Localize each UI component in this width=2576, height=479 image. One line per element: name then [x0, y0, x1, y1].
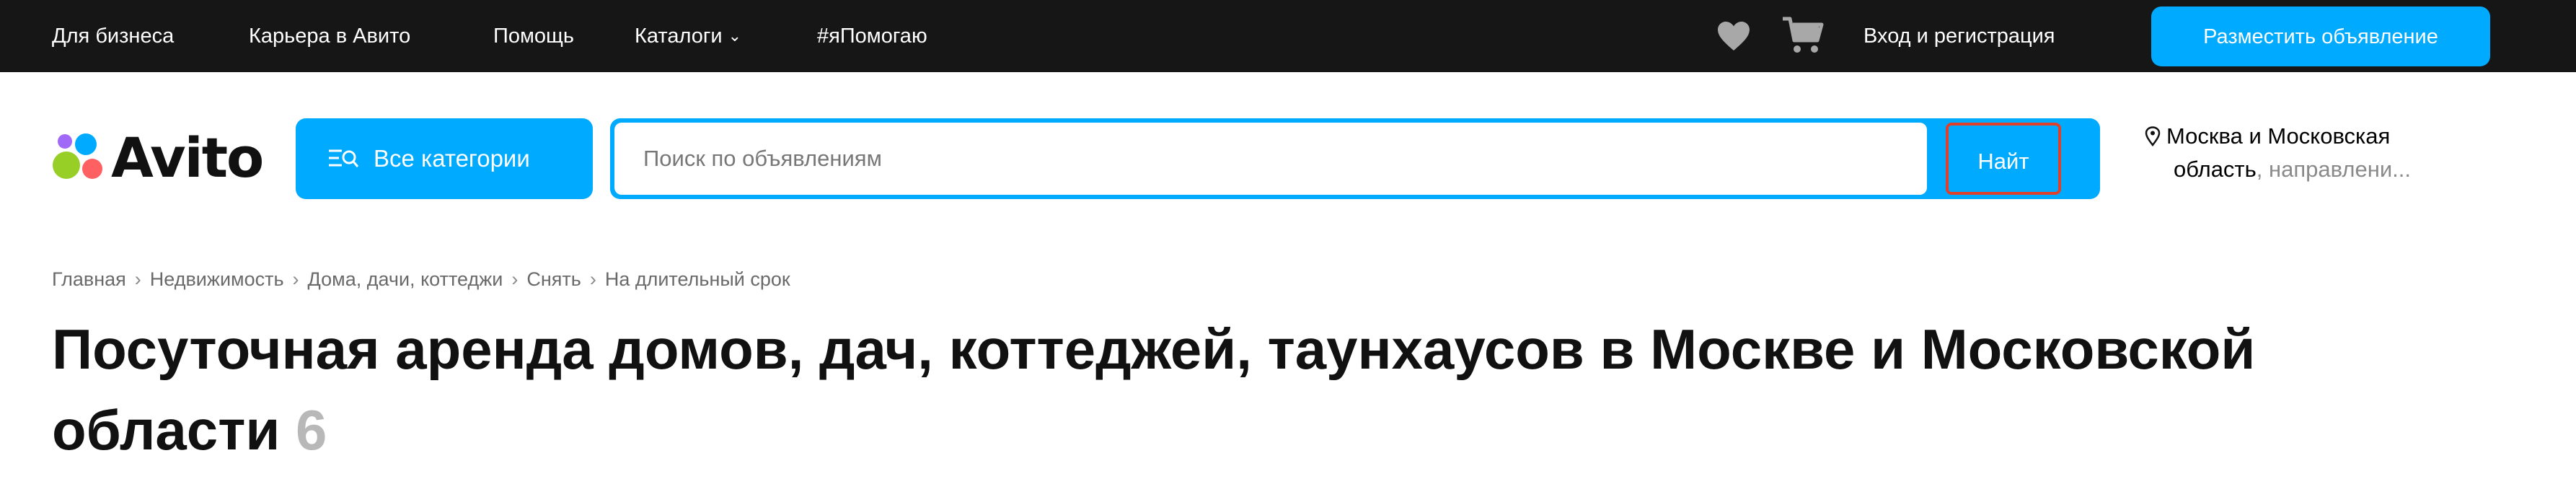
avito-logo[interactable]: Avito [52, 126, 264, 190]
breadcrumb-home[interactable]: Главная [52, 268, 126, 290]
category-list-icon [329, 149, 359, 167]
location-selector[interactable]: Москва и Московская область, направлени.… [2145, 120, 2411, 186]
page-title-text: Посуточная аренда домов, дач, коттеджей,… [52, 317, 2256, 462]
catalogs-label: Каталоги [635, 25, 723, 48]
topbar-link-business[interactable]: Для бизнеса [52, 0, 174, 72]
breadcrumb-houses[interactable]: Дома, дачи, коттеджи [308, 268, 503, 290]
login-register-link[interactable]: Вход и регистрация [1863, 0, 2055, 72]
location-oblast: область [2174, 157, 2257, 182]
chevron-right-icon: › [292, 268, 299, 290]
results-count: 6 [296, 398, 327, 462]
avito-logo-dots [53, 133, 102, 179]
topbar-link-catalogs[interactable]: Каталоги ⌄ [635, 0, 741, 72]
page-title: Посуточная аренда домов, дач, коттеджей,… [52, 309, 2432, 470]
breadcrumb-rent[interactable]: Снять [526, 268, 581, 290]
topbar-link-i-help[interactable]: #яПомогаю [817, 0, 927, 72]
chevron-right-icon: › [134, 268, 141, 290]
location-line-1: Москва и Московская [2145, 120, 2411, 153]
topbar-link-help[interactable]: Помощь [493, 0, 574, 72]
breadcrumb: Главная › Недвижимость › Дома, дачи, коттедж… [52, 268, 790, 291]
topbar-link-career[interactable]: Карьера в Авито [249, 0, 410, 72]
chevron-down-icon: ⌄ [728, 27, 742, 45]
cart-icon[interactable] [1781, 16, 1825, 55]
chevron-right-icon: › [511, 268, 519, 290]
logo-text: Avito [111, 126, 264, 190]
heart-icon[interactable] [1716, 19, 1751, 53]
search-bar: Найт [610, 118, 2100, 199]
find-button[interactable]: Найт [1946, 123, 2061, 195]
all-categories-button[interactable]: Все категории [296, 118, 593, 199]
chevron-right-icon: › [589, 268, 596, 290]
location-region: Москва и Московская [2166, 123, 2391, 149]
breadcrumb-long-term[interactable]: На длительный срок [605, 268, 790, 290]
breadcrumb-real-estate[interactable]: Недвижимость [150, 268, 284, 290]
top-bar: Для бизнеса Карьера в Авито Помощь Катал… [0, 0, 2576, 72]
location-line-2: область, направлени... [2145, 153, 2411, 186]
all-categories-label: Все категории [374, 145, 530, 172]
location-pin-icon [2145, 126, 2161, 146]
search-input[interactable] [614, 123, 1927, 195]
post-ad-button[interactable]: Разместить объявление [2151, 6, 2490, 66]
location-direction: , направлени... [2256, 157, 2412, 182]
